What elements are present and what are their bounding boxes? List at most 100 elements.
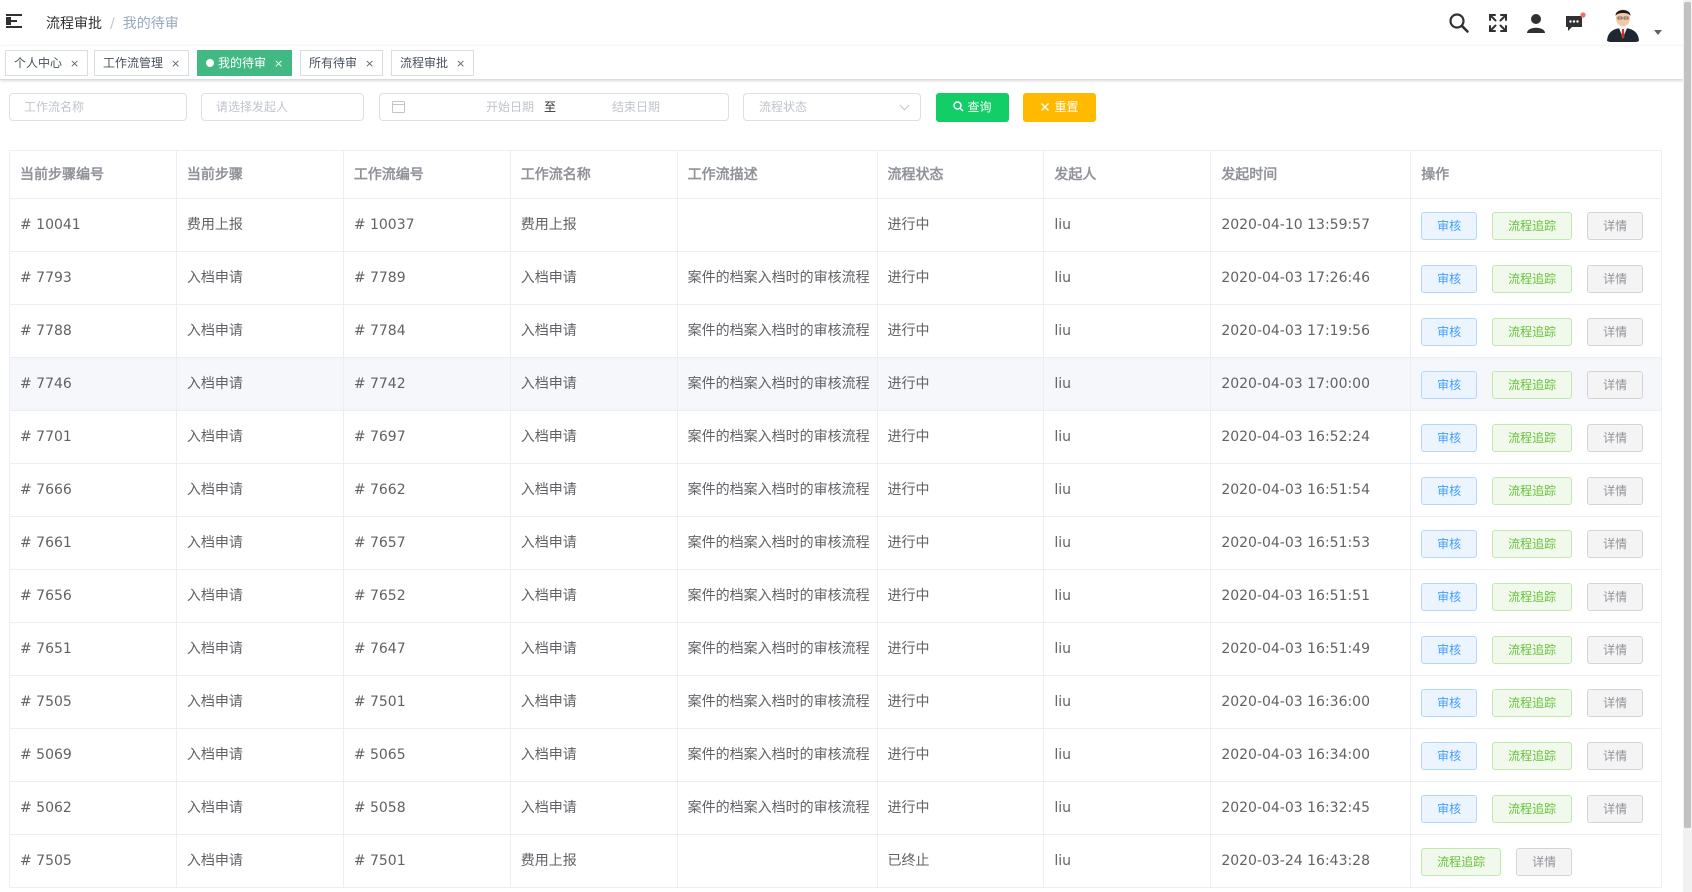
avatar[interactable] bbox=[1603, 2, 1643, 42]
table-row[interactable]: # 7788 入档申请 # 7784 入档申请 案件的档案入档时的审核流程 进行中 liu 2… bbox=[10, 305, 1663, 358]
workflow-desc-cell: 案件的档案入档时的审核流程 bbox=[677, 623, 878, 676]
trace-button[interactable]: 流程追踪 bbox=[1492, 424, 1573, 452]
table-row[interactable]: # 10041 费用上报 # 10037 费用上报 进行中 liu 2020-04-10 1… bbox=[10, 199, 1663, 252]
close-icon[interactable]: × bbox=[456, 57, 465, 70]
step-number-cell: # 7505 bbox=[10, 835, 177, 888]
table-row[interactable]: # 7505 入档申请 # 7501 费用上报 已终止 liu 2020-03-24 16:… bbox=[10, 835, 1663, 888]
close-icon[interactable]: × bbox=[171, 57, 180, 70]
close-icon[interactable]: × bbox=[274, 57, 283, 70]
table-row[interactable]: # 5062 入档申请 # 5058 入档申请 案件的档案入档时的审核流程 进行中 liu 2… bbox=[10, 782, 1663, 835]
audit-button[interactable]: 审核 bbox=[1421, 795, 1478, 823]
table-row[interactable]: # 7651 入档申请 # 7647 入档申请 案件的档案入档时的审核流程 进行中 liu 2… bbox=[10, 623, 1663, 676]
close-icon[interactable]: × bbox=[70, 57, 79, 70]
detail-button[interactable]: 详情 bbox=[1587, 318, 1644, 346]
audit-button[interactable]: 审核 bbox=[1421, 742, 1478, 770]
detail-button[interactable]: 详情 bbox=[1587, 477, 1644, 505]
table-row[interactable]: # 7746 入档申请 # 7742 入档申请 案件的档案入档时的审核流程 进行中 liu 2… bbox=[10, 358, 1663, 411]
tab-workflow-management[interactable]: 工作流管理 × bbox=[94, 50, 190, 76]
table-header: 当前步骤编号 当前步骤 工作流编号 工作流名称 工作流描述 流程状态 发起人 发起时间 操作 bbox=[10, 151, 1663, 199]
audit-button[interactable]: 审核 bbox=[1421, 424, 1478, 452]
table-row[interactable]: # 7701 入档申请 # 7697 入档申请 案件的档案入档时的审核流程 进行中 liu 2… bbox=[10, 411, 1663, 464]
step-number-cell: # 7793 bbox=[10, 252, 177, 305]
detail-button[interactable]: 详情 bbox=[1587, 742, 1644, 770]
workflow-desc-cell bbox=[677, 199, 878, 252]
trace-button[interactable]: 流程追踪 bbox=[1492, 530, 1573, 558]
vertical-scrollbar[interactable] bbox=[1683, 0, 1692, 892]
trace-button[interactable]: 流程追踪 bbox=[1492, 636, 1573, 664]
trace-button[interactable]: 流程追踪 bbox=[1492, 318, 1573, 346]
audit-button[interactable]: 审核 bbox=[1421, 583, 1478, 611]
step-cell: 入档申请 bbox=[176, 835, 344, 888]
detail-button[interactable]: 详情 bbox=[1587, 212, 1644, 240]
breadcrumb-parent[interactable]: 流程审批 bbox=[46, 16, 102, 32]
audit-button[interactable]: 审核 bbox=[1421, 530, 1478, 558]
audit-button[interactable]: 审核 bbox=[1421, 371, 1478, 399]
trace-button[interactable]: 流程追踪 bbox=[1492, 371, 1573, 399]
status-cell: 进行中 bbox=[877, 570, 1045, 623]
start-time-cell: 2020-04-03 17:19:56 bbox=[1211, 305, 1412, 358]
table-row[interactable]: # 7793 入档申请 # 7789 入档申请 案件的档案入档时的审核流程 进行中 liu 2… bbox=[10, 252, 1663, 305]
trace-button[interactable]: 流程追踪 bbox=[1492, 689, 1573, 717]
workflow-number-cell: # 7662 bbox=[343, 464, 511, 517]
reset-button[interactable]: 重置 bbox=[1023, 93, 1096, 122]
tab-personal-center[interactable]: 个人中心 × bbox=[5, 50, 89, 76]
workflow-desc-cell bbox=[677, 835, 878, 888]
close-icon[interactable]: × bbox=[365, 57, 374, 70]
trace-button[interactable]: 流程追踪 bbox=[1492, 477, 1573, 505]
status-cell: 进行中 bbox=[877, 411, 1045, 464]
search-button[interactable]: 查询 bbox=[936, 93, 1009, 122]
detail-button[interactable]: 详情 bbox=[1587, 265, 1644, 293]
audit-button[interactable]: 审核 bbox=[1421, 477, 1478, 505]
audit-button[interactable]: 审核 bbox=[1421, 636, 1478, 664]
audit-button[interactable]: 审核 bbox=[1421, 318, 1478, 346]
workflow-desc-cell: 案件的档案入档时的审核流程 bbox=[677, 676, 878, 729]
actions-cell: 审核 流程追踪 详情 bbox=[1411, 782, 1663, 835]
status-select[interactable]: 流程状态 bbox=[743, 93, 921, 121]
trace-button[interactable]: 流程追踪 bbox=[1492, 583, 1573, 611]
message-icon[interactable] bbox=[1564, 12, 1586, 34]
audit-button[interactable]: 审核 bbox=[1421, 265, 1478, 293]
workflow-number-cell: # 5065 bbox=[343, 729, 511, 782]
hamburger-icon[interactable] bbox=[6, 13, 24, 29]
detail-button[interactable]: 详情 bbox=[1587, 530, 1644, 558]
scrollbar-thumb[interactable] bbox=[1684, 2, 1691, 828]
detail-button[interactable]: 详情 bbox=[1587, 636, 1644, 664]
table-row[interactable]: # 7666 入档申请 # 7662 入档申请 案件的档案入档时的审核流程 进行中 liu 2… bbox=[10, 464, 1663, 517]
date-range-picker[interactable]: 开始日期 至 结束日期 bbox=[379, 93, 729, 121]
user-icon[interactable] bbox=[1525, 12, 1547, 34]
chevron-down-icon[interactable] bbox=[1654, 30, 1662, 35]
tab-process-approval[interactable]: 流程审批 × bbox=[391, 50, 475, 76]
detail-button[interactable]: 详情 bbox=[1587, 689, 1644, 717]
actions-cell: 审核 流程追踪 详情 bbox=[1411, 252, 1663, 305]
audit-button[interactable]: 审核 bbox=[1421, 689, 1478, 717]
audit-button[interactable]: 审核 bbox=[1421, 212, 1478, 240]
step-number-cell: # 5062 bbox=[10, 782, 177, 835]
search-icon[interactable] bbox=[1448, 12, 1470, 34]
fullscreen-icon[interactable] bbox=[1487, 12, 1509, 34]
workflow-desc-cell: 案件的档案入档时的审核流程 bbox=[677, 464, 878, 517]
table-row[interactable]: # 5069 入档申请 # 5065 入档申请 案件的档案入档时的审核流程 进行中 liu 2… bbox=[10, 729, 1663, 782]
table-row[interactable]: # 7656 入档申请 # 7652 入档申请 案件的档案入档时的审核流程 进行中 liu 2… bbox=[10, 570, 1663, 623]
trace-button[interactable]: 流程追踪 bbox=[1492, 212, 1573, 240]
initiator-input[interactable] bbox=[216, 95, 349, 119]
detail-button[interactable]: 详情 bbox=[1587, 371, 1644, 399]
trace-button[interactable]: 流程追踪 bbox=[1492, 265, 1573, 293]
workflow-name-input[interactable] bbox=[24, 95, 172, 119]
trace-button[interactable]: 流程追踪 bbox=[1421, 848, 1502, 876]
table-row[interactable]: # 7661 入档申请 # 7657 入档申请 案件的档案入档时的审核流程 进行中 liu 2… bbox=[10, 517, 1663, 570]
detail-button[interactable]: 详情 bbox=[1587, 424, 1644, 452]
workflow-name-field[interactable] bbox=[9, 93, 187, 121]
start-time-cell: 2020-04-03 16:51:49 bbox=[1211, 623, 1412, 676]
trace-button[interactable]: 流程追踪 bbox=[1492, 742, 1573, 770]
tab-all-pending[interactable]: 所有待审 × bbox=[300, 50, 384, 76]
tab-my-pending[interactable]: 我的待审 × bbox=[197, 50, 293, 76]
detail-button[interactable]: 详情 bbox=[1587, 583, 1644, 611]
workflow-number-cell: # 7501 bbox=[343, 676, 511, 729]
end-date-input[interactable]: 结束日期 bbox=[576, 94, 696, 120]
step-number-cell: # 7661 bbox=[10, 517, 177, 570]
initiator-field[interactable] bbox=[201, 93, 364, 121]
table-row[interactable]: # 7505 入档申请 # 7501 入档申请 案件的档案入档时的审核流程 进行中 liu 2… bbox=[10, 676, 1663, 729]
detail-button[interactable]: 详情 bbox=[1516, 848, 1573, 876]
detail-button[interactable]: 详情 bbox=[1587, 795, 1644, 823]
trace-button[interactable]: 流程追踪 bbox=[1492, 795, 1573, 823]
